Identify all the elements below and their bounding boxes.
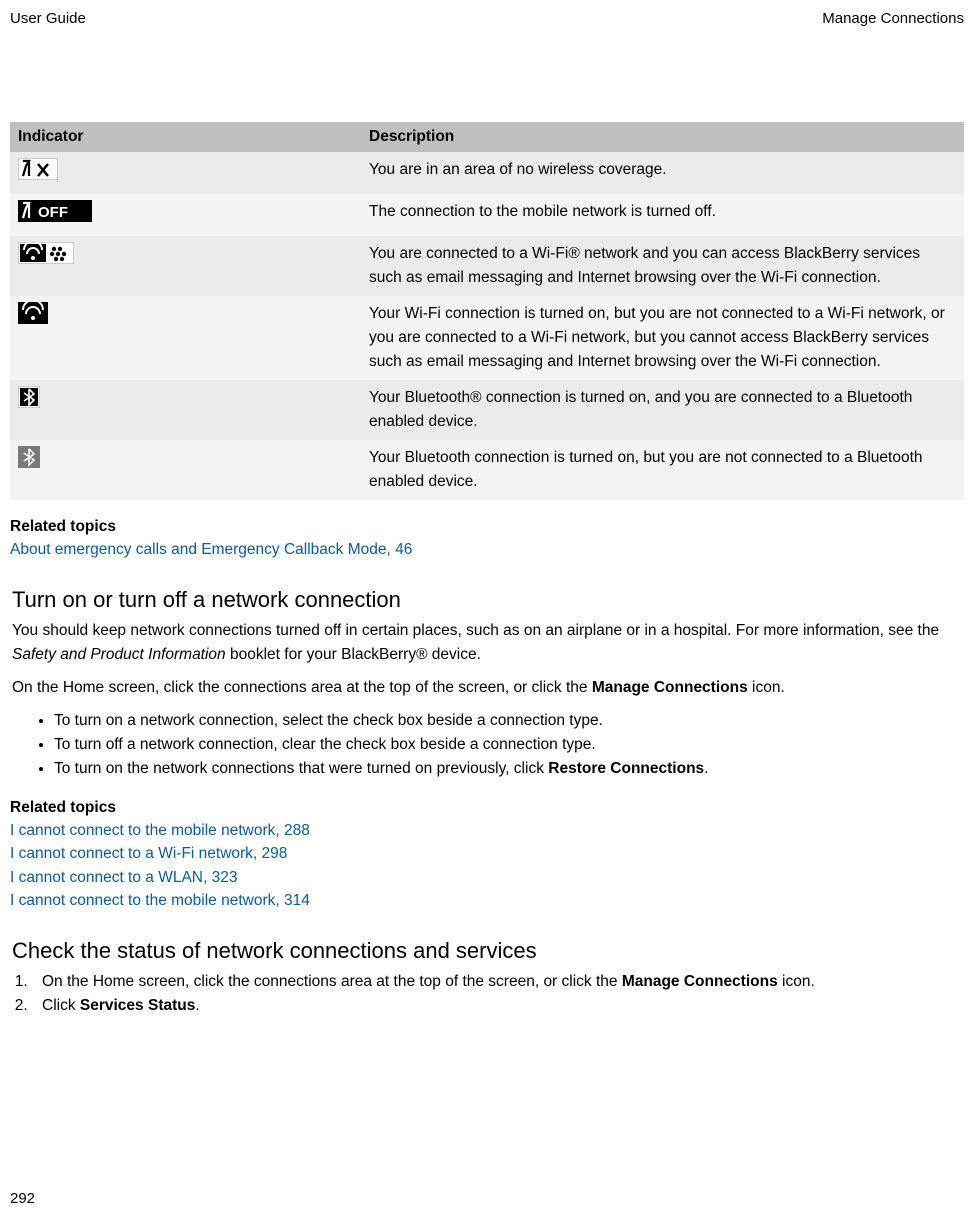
mobile-off-icon: OFF [18, 200, 92, 230]
related-link[interactable]: About emergency calls and Emergency Call… [10, 538, 964, 561]
paragraph: You should keep network connections turn… [12, 619, 962, 666]
table-row: OFF The connection to the mobile network… [10, 194, 964, 236]
paragraph: On the Home screen, click the connection… [12, 676, 962, 699]
section-heading: Turn on or turn off a network connection [12, 587, 964, 613]
list-item: On the Home screen, click the connection… [32, 970, 964, 994]
header-right: Manage Connections [822, 10, 964, 27]
bullet-list: To turn on a network connection, select … [10, 709, 964, 781]
table-row: Your Bluetooth® connection is turned on,… [10, 380, 964, 440]
header-left: User Guide [10, 10, 86, 27]
desc-cell: Your Wi-Fi connection is turned on, but … [361, 296, 964, 380]
wifi-icon [18, 302, 48, 332]
indicator-table: Indicator Description You are in an area… [10, 122, 964, 500]
desc-cell: The connection to the mobile network is … [361, 194, 964, 236]
related-link[interactable]: I cannot connect to the mobile network, … [10, 889, 964, 912]
related-topics-heading: Related topics [10, 518, 964, 536]
page-header: User Guide Manage Connections [10, 10, 964, 27]
desc-cell: Your Bluetooth® connection is turned on,… [361, 380, 964, 440]
th-indicator: Indicator [10, 122, 361, 152]
desc-cell: Your Bluetooth connection is turned on, … [361, 440, 964, 500]
list-item: To turn off a network connection, clear … [54, 733, 964, 757]
table-row: You are connected to a Wi-Fi® network an… [10, 236, 964, 296]
th-description: Description [361, 122, 964, 152]
list-item: Click Services Status. [32, 994, 964, 1018]
desc-cell: You are in an area of no wireless covera… [361, 152, 964, 194]
no-coverage-icon [18, 158, 58, 188]
svg-text:OFF: OFF [38, 204, 68, 221]
wifi-blackberry-icon [18, 242, 74, 272]
list-item: To turn on a network connection, select … [54, 709, 964, 733]
related-topics-heading: Related topics [10, 799, 964, 817]
bluetooth-icon [18, 446, 40, 476]
section-heading: Check the status of network connections … [12, 938, 964, 964]
ordered-list: On the Home screen, click the connection… [10, 970, 964, 1018]
desc-cell: You are connected to a Wi-Fi® network an… [361, 236, 964, 296]
page-number: 292 [10, 1190, 35, 1207]
list-item: To turn on the network connections that … [54, 757, 964, 781]
related-link[interactable]: I cannot connect to a Wi-Fi network, 298 [10, 842, 964, 865]
related-link[interactable]: I cannot connect to the mobile network, … [10, 819, 964, 842]
table-row: Your Bluetooth connection is turned on, … [10, 440, 964, 500]
table-row: Your Wi-Fi connection is turned on, but … [10, 296, 964, 380]
bluetooth-connected-icon [18, 386, 40, 416]
related-link[interactable]: I cannot connect to a WLAN, 323 [10, 866, 964, 889]
table-row: You are in an area of no wireless covera… [10, 152, 964, 194]
